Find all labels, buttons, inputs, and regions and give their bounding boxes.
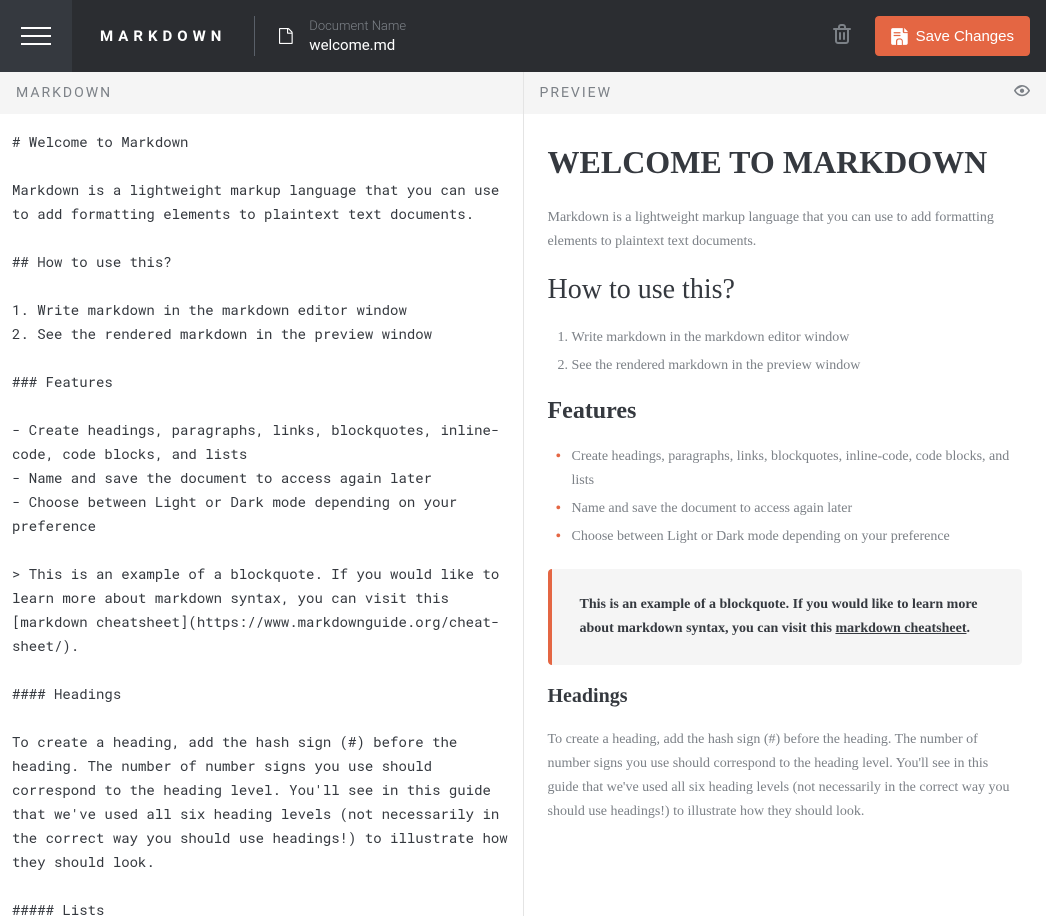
list-item: Name and save the document to access aga… [572, 497, 1023, 521]
document-name[interactable]: welcome.md [309, 36, 406, 54]
toggle-preview-button[interactable] [1014, 85, 1030, 101]
editor-pane-title: MARKDOWN [16, 85, 112, 101]
preview-h3: Features [548, 398, 1023, 425]
preview-pane-header: PREVIEW [524, 72, 1046, 114]
app-logo: MARKDOWN [72, 27, 254, 45]
save-button-label: Save Changes [916, 28, 1014, 45]
save-button[interactable]: Save Changes [875, 16, 1030, 56]
menu-button[interactable] [0, 0, 72, 72]
list-item: Choose between Light or Dark mode depend… [572, 525, 1023, 549]
preview-unordered-list: Create headings, paragraphs, links, bloc… [548, 445, 1023, 549]
preview-h4: Headings [548, 685, 1023, 708]
document-name-label: Document Name [309, 19, 406, 34]
list-item: Write markdown in the markdown editor wi… [572, 326, 1023, 350]
app-header: MARKDOWN Document Name welcome.md Save C… [0, 0, 1046, 72]
document-icon [279, 28, 293, 44]
preview-headings-para: To create a heading, add the hash sign (… [548, 728, 1023, 824]
save-icon [891, 28, 908, 45]
main-panes: MARKDOWN PREVIEW WELCOME TO MARKDOWN Mar… [0, 72, 1046, 916]
delete-button[interactable] [833, 24, 851, 48]
eye-icon [1014, 85, 1030, 97]
editor-pane: MARKDOWN [0, 72, 523, 916]
list-item: See the rendered markdown in the preview… [572, 354, 1023, 378]
header-actions: Save Changes [833, 16, 1046, 56]
preview-h1: WELCOME TO MARKDOWN [548, 142, 1023, 184]
preview-blockquote: This is an example of a blockquote. If y… [548, 569, 1023, 665]
list-item: Create headings, paragraphs, links, bloc… [572, 445, 1023, 493]
editor-pane-header: MARKDOWN [0, 72, 523, 114]
preview-ordered-list: Write markdown in the markdown editor wi… [548, 326, 1023, 378]
preview-h2: How to use this? [548, 274, 1023, 306]
blockquote-link[interactable]: markdown cheatsheet [835, 621, 966, 636]
markdown-editor[interactable] [0, 114, 523, 916]
blockquote-text: This is an example of a blockquote. If y… [580, 593, 995, 641]
preview-pane: PREVIEW WELCOME TO MARKDOWN Markdown is … [523, 72, 1046, 916]
document-info: Document Name welcome.md [255, 19, 832, 54]
preview-pane-title: PREVIEW [540, 85, 613, 101]
preview-content: WELCOME TO MARKDOWN Markdown is a lightw… [524, 114, 1046, 916]
preview-intro: Markdown is a lightweight markup languag… [548, 206, 1023, 254]
